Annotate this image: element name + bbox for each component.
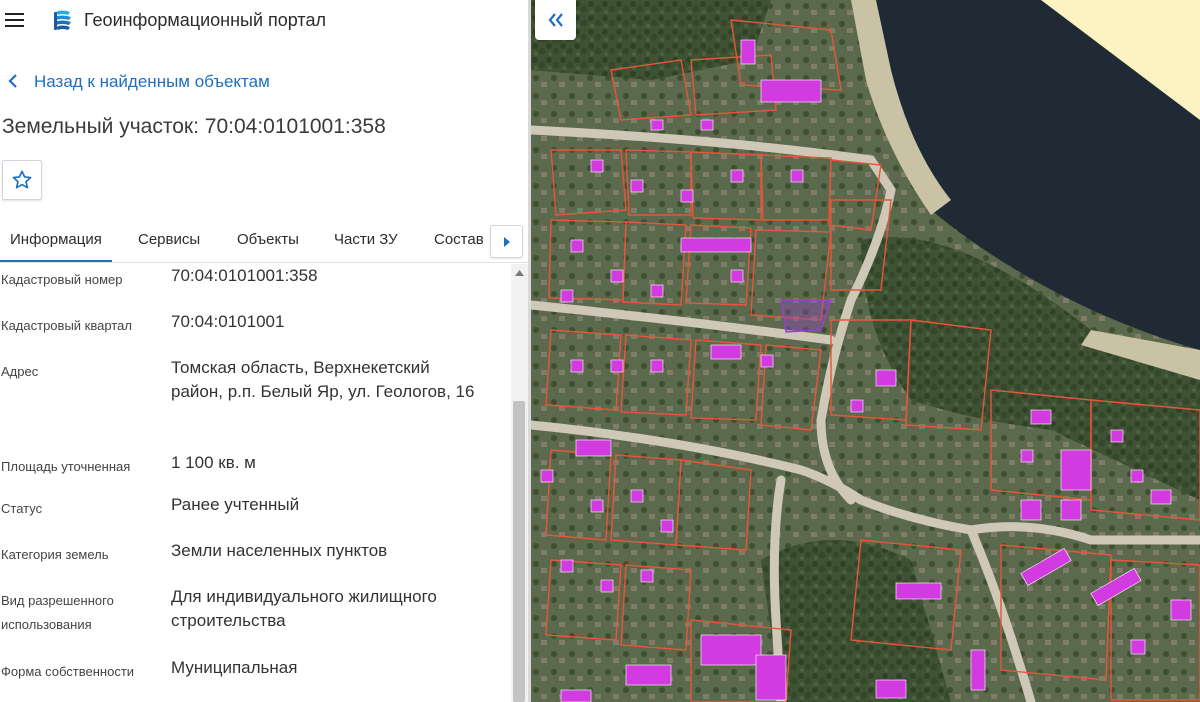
map-view[interactable] <box>531 0 1200 702</box>
double-chevron-left-icon <box>548 13 563 27</box>
tab-composition[interactable]: Состав <box>434 231 484 248</box>
favorite-button[interactable] <box>2 160 42 200</box>
property-key: Статус <box>1 501 43 516</box>
collapse-panel-button[interactable] <box>535 0 576 40</box>
info-panel: Геоинформационный портал Назад к найденн… <box>0 0 528 702</box>
page-title: Земельный участок: 70:04:0101001:358 <box>2 115 386 138</box>
satellite-map[interactable] <box>531 0 1200 702</box>
hamburger-icon[interactable] <box>5 12 24 28</box>
active-tab-indicator <box>0 260 112 262</box>
tab-objects[interactable]: Объекты <box>237 231 299 248</box>
portal-logo[interactable] <box>51 9 73 33</box>
app-title: Геоинформационный портал <box>84 10 326 30</box>
property-value: Для индивидуального жилищного строительс… <box>171 587 437 630</box>
property-key: Форма собственности <box>1 664 135 679</box>
tab-scroll-right-button[interactable] <box>490 225 523 258</box>
property-value: Земли населенных пунктов <box>171 541 388 560</box>
property-value: Ранее учтенный <box>171 495 300 514</box>
property-key: Кадастровый номер <box>1 272 123 287</box>
scroll-up-arrow-icon[interactable] <box>511 264 528 281</box>
tab-information[interactable]: Информация <box>10 231 102 248</box>
tab-land-parts[interactable]: Части ЗУ <box>334 231 398 248</box>
scrollbar-thumb[interactable] <box>513 401 525 702</box>
property-value: Томская область, Верхнекетский район, р.… <box>171 358 475 401</box>
properties-scrollbar[interactable] <box>511 264 528 702</box>
tab-bar: Информация Сервисы Объекты Части ЗУ Сост… <box>0 222 528 263</box>
top-bar: Геоинформационный портал <box>0 0 528 44</box>
property-value: 1 100 кв. м <box>171 453 256 472</box>
tab-services[interactable]: Сервисы <box>138 231 200 248</box>
properties-list: Кадастровый номер 70:04:0101001:358 Када… <box>0 264 510 702</box>
star-icon <box>12 170 32 189</box>
property-value: Муниципальная <box>171 658 298 677</box>
property-value: 70:04:0101001:358 <box>171 266 318 285</box>
property-key: Кадастровый квартал <box>1 318 132 333</box>
property-key: Категория земель <box>1 547 109 562</box>
back-to-results-link[interactable]: Назад к найденным объектам <box>8 71 270 92</box>
property-key: Адрес <box>1 364 39 379</box>
property-key: Площадь уточненная <box>1 459 131 474</box>
triangle-right-icon <box>503 236 510 247</box>
property-value: 70:04:0101001 <box>171 312 285 331</box>
back-link-label: Назад к найденным объектам <box>34 72 270 91</box>
property-key: Вид разрешенного использования <box>1 593 114 632</box>
chevron-left-icon <box>8 71 28 92</box>
